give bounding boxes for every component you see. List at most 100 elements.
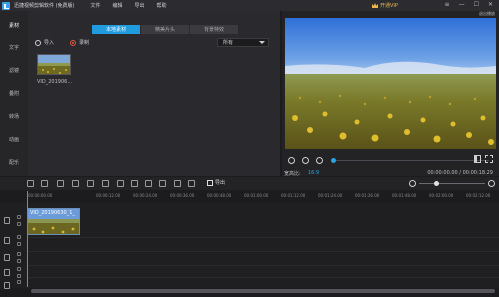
audio-icon[interactable]: [188, 180, 195, 187]
export-button[interactable]: 导出: [207, 179, 225, 186]
media-thumbnail[interactable]: [37, 54, 71, 75]
stop-icon[interactable]: [316, 157, 323, 164]
lock-icon[interactable]: [17, 252, 21, 256]
zoom-in-icon[interactable]: [488, 180, 495, 187]
track-divider: [27, 265, 499, 266]
zoom-handle[interactable]: [433, 181, 439, 186]
preview-panel: 退出播放 宽高比: 16:9 00:00:00.00 / 00:00:18.29: [282, 11, 499, 177]
progress-handle[interactable]: [331, 158, 336, 163]
ruler-tick: 00:01:36.00: [355, 193, 380, 198]
prev-frame-icon[interactable]: [288, 157, 295, 164]
filter-value: 所有: [223, 40, 234, 46]
media-tabs: 本地素材 精美片头 背景特效: [92, 25, 239, 34]
maximize-icon[interactable]: ☐: [474, 1, 479, 8]
import-icon: [35, 39, 41, 46]
delete-icon[interactable]: [87, 180, 94, 187]
eye-icon[interactable]: [17, 242, 21, 246]
record-button[interactable]: 录制: [70, 39, 89, 46]
tab-intro[interactable]: 精美片头: [141, 25, 189, 34]
record-label: 录制: [79, 40, 90, 46]
import-button[interactable]: 导入: [35, 39, 54, 46]
voice-track-header: [0, 278, 27, 294]
vip-label: 开通VIP: [380, 3, 398, 9]
progress-track[interactable]: [333, 160, 489, 161]
speed-icon[interactable]: [145, 180, 152, 187]
track-divider: [27, 251, 499, 252]
edit-toolbar: 导出: [0, 177, 499, 190]
vip-button[interactable]: 开通VIP: [372, 2, 398, 9]
playhead[interactable]: [27, 191, 28, 287]
text-track-icon: [4, 254, 10, 261]
menu-export[interactable]: 导出: [135, 2, 145, 9]
minimize-icon[interactable]: —: [459, 1, 465, 8]
lock-icon[interactable]: [17, 215, 21, 219]
close-icon[interactable]: ✕: [488, 1, 493, 8]
timeline-scrollbar[interactable]: [31, 289, 495, 293]
sidebar: 素材 文字 滤镜 叠附 转场 动画 配乐: [0, 11, 28, 176]
eye-icon[interactable]: [17, 222, 21, 226]
split-icon[interactable]: [72, 180, 79, 187]
menu-icon[interactable]: ≡: [445, 1, 450, 8]
menu-edit[interactable]: 编辑: [113, 2, 123, 9]
ruler-tick: 00:02:00.00: [429, 193, 454, 198]
app-window: 迅捷视频剪辑软件 (免费版) 文件 编辑 导出 帮助 开通VIP ≡ — ☐ ✕…: [0, 0, 499, 297]
video-preview[interactable]: [285, 18, 496, 149]
scrollbar-thumb[interactable]: [31, 289, 495, 293]
text-track-header: [0, 250, 27, 266]
image-track-header: [0, 233, 27, 249]
microphone-icon[interactable]: [174, 180, 181, 187]
aspect-ratio-label: 宽高比:: [284, 171, 301, 177]
sidebar-item-music[interactable]: 配乐: [0, 148, 28, 176]
record-icon: [70, 39, 76, 46]
ruler-tick: 00:01:12.00: [281, 193, 306, 198]
chevron-down-icon: [259, 41, 265, 44]
ruler-tick: 00:01:00.00: [244, 193, 269, 198]
fullscreen-icon[interactable]: [485, 155, 493, 163]
voice-track-icon: [4, 282, 10, 289]
video-track-header: [0, 213, 27, 229]
undo-icon[interactable]: [27, 180, 34, 187]
timeline-ruler[interactable]: 00:00:00.00 00:00:12.00 00:00:24.00 00:0…: [27, 191, 499, 202]
mosaic-icon[interactable]: [117, 180, 124, 187]
menu-bar: 文件 编辑 导出 帮助: [91, 2, 167, 9]
track-divider: [27, 277, 499, 278]
menu-file[interactable]: 文件: [91, 2, 101, 9]
title-bar: 迅捷视频剪辑软件 (免费版) 文件 编辑 导出 帮助 开通VIP ≡ — ☐ ✕: [0, 0, 499, 11]
clip-label: VID_20190630_1_: [30, 210, 75, 216]
sunflower-field-frame: [285, 18, 496, 149]
ruler-tick: 00:01:24.00: [318, 193, 343, 198]
media-filter-select[interactable]: 所有: [217, 38, 269, 47]
aspect-ratio-value[interactable]: 16:9: [308, 170, 319, 176]
lock-icon[interactable]: [17, 267, 21, 271]
video-clip[interactable]: VID_20190630_1_: [27, 208, 80, 235]
app-logo-icon: [2, 1, 10, 10]
crop-icon[interactable]: [102, 180, 109, 187]
ruler-tick: 00:00:00.00: [28, 193, 53, 198]
image-track-icon: [4, 237, 10, 244]
menu-help[interactable]: 帮助: [157, 2, 167, 9]
duration-icon[interactable]: [159, 180, 166, 187]
eye-icon[interactable]: [17, 259, 21, 263]
edit-icon[interactable]: [57, 180, 64, 187]
preview-top-label[interactable]: 退出播放: [282, 11, 499, 17]
rotate-icon[interactable]: [131, 180, 138, 187]
window-controls: ≡ — ☐ ✕: [445, 1, 493, 8]
ruler-tick: 00:01:48.00: [392, 193, 417, 198]
tab-local-media[interactable]: 本地素材: [92, 25, 140, 34]
zoom-out-icon[interactable]: [409, 180, 416, 187]
import-label: 导入: [44, 40, 55, 46]
tab-background-effects[interactable]: 背景特效: [190, 25, 238, 34]
ruler-tick: 00:00:48.00: [207, 193, 232, 198]
play-icon[interactable]: [302, 157, 309, 164]
volume-icon[interactable]: [474, 155, 481, 163]
ruler-tick: 00:00:12.00: [96, 193, 121, 198]
zoom-slider[interactable]: [419, 183, 485, 184]
lock-icon[interactable]: [17, 235, 21, 239]
lock-icon[interactable]: [17, 280, 21, 284]
redo-icon[interactable]: [41, 180, 48, 187]
export-label: 导出: [215, 180, 226, 186]
ruler-tick: 00:02:12.00: [466, 193, 491, 198]
video-track-icon: [4, 217, 10, 224]
timeline-tracks: VID_20190630_1_: [0, 203, 499, 289]
crown-icon: [372, 3, 378, 8]
